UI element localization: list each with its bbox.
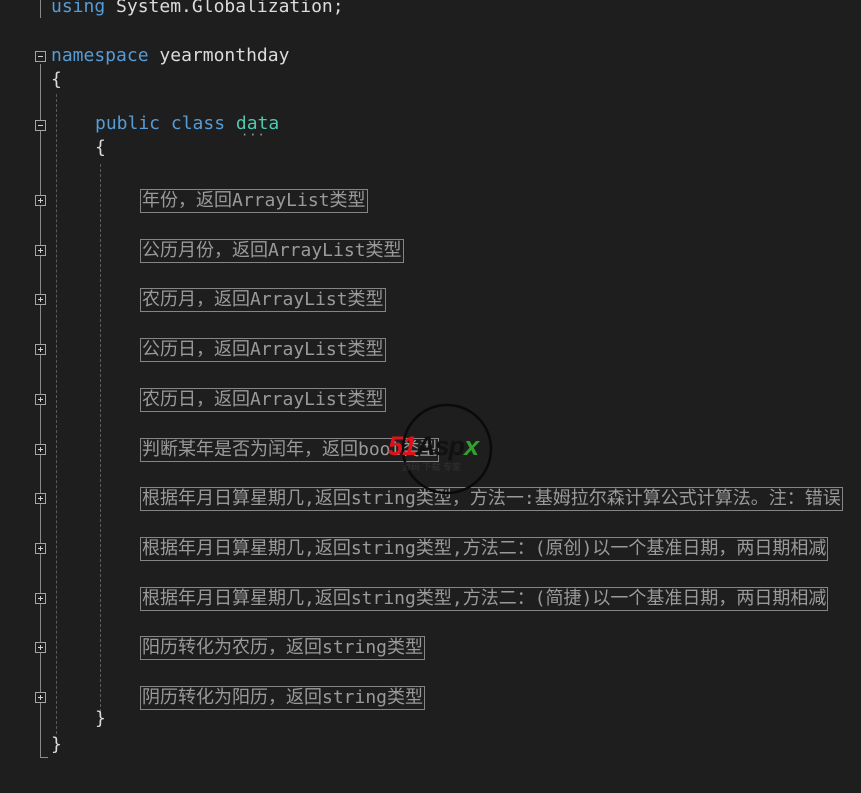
expand-region-toggle[interactable]	[35, 493, 46, 504]
expand-region-toggle[interactable]	[35, 692, 46, 703]
51aspx-watermark-logo: 51Aspx 源码 下载 专家	[388, 403, 515, 499]
indent-guide-class	[100, 164, 101, 712]
namespace-open-brace: {	[51, 69, 62, 90]
expand-region-toggle[interactable]	[35, 593, 46, 604]
collapsed-region-label[interactable]: 阴历转化为阳历，返回string类型	[140, 686, 426, 710]
code-line-open-brace: {	[51, 68, 62, 92]
code-line-using: using System.Globalization;	[51, 0, 344, 19]
expand-region-toggle[interactable]	[35, 245, 46, 256]
namespace-name: yearmonthday	[159, 45, 290, 66]
outline-bar-top	[40, 0, 41, 18]
collapsed-region-label[interactable]: 农历日，返回ArrayList类型	[140, 388, 386, 412]
expand-region-toggle[interactable]	[35, 543, 46, 554]
expand-region-toggle[interactable]	[35, 394, 46, 405]
code-line-class-open-brace: {	[95, 136, 106, 160]
collapse-class-toggle[interactable]	[35, 120, 46, 131]
collapsed-region-label[interactable]: 公历月份，返回ArrayList类型	[140, 239, 404, 263]
collapsed-region-label[interactable]: 根据年月日算星期几,返回string类型,方法二：(简捷)以一个基准日期，两日期…	[140, 587, 829, 611]
collapsed-region-label[interactable]: 根据年月日算星期几,返回string类型,方法二：(原创)以一个基准日期，两日期…	[140, 537, 829, 561]
indent-guide-namespace	[56, 94, 57, 734]
public-keyword: public	[95, 113, 161, 134]
using-keyword: using	[51, 0, 106, 17]
outline-end-tick	[40, 757, 48, 758]
class-close-brace: }	[95, 708, 106, 729]
code-line-namespace: namespace yearmonthday	[51, 44, 289, 68]
collapsed-region-label[interactable]: 公历日，返回ArrayList类型	[140, 338, 386, 362]
class-keyword: class	[170, 113, 226, 134]
collapse-namespace-toggle[interactable]	[35, 51, 46, 62]
expand-region-toggle[interactable]	[35, 344, 46, 355]
expand-region-toggle[interactable]	[35, 195, 46, 206]
collapsed-region-label[interactable]: 年份，返回ArrayList类型	[140, 189, 368, 213]
expand-region-toggle[interactable]	[35, 444, 46, 455]
code-line-close-brace: }	[51, 733, 62, 757]
expand-region-toggle[interactable]	[35, 294, 46, 305]
code-line-class-close-brace: }	[95, 707, 106, 731]
expand-region-toggle[interactable]	[35, 642, 46, 653]
namespace-keyword: namespace	[51, 45, 149, 66]
suggestion-dots[interactable]: ···	[241, 129, 266, 141]
using-namespace: System.Globalization;	[116, 0, 344, 17]
outline-bar-namespace	[40, 64, 41, 758]
watermark-brand: 51Aspx	[388, 431, 479, 461]
collapsed-region-label[interactable]: 阳历转化为农历，返回string类型	[140, 636, 426, 660]
watermark-tagline: 源码 下载 专家	[402, 462, 462, 472]
collapsed-region-label[interactable]: 农历月，返回ArrayList类型	[140, 288, 386, 312]
class-open-brace: {	[95, 137, 106, 158]
namespace-close-brace: }	[51, 734, 62, 755]
